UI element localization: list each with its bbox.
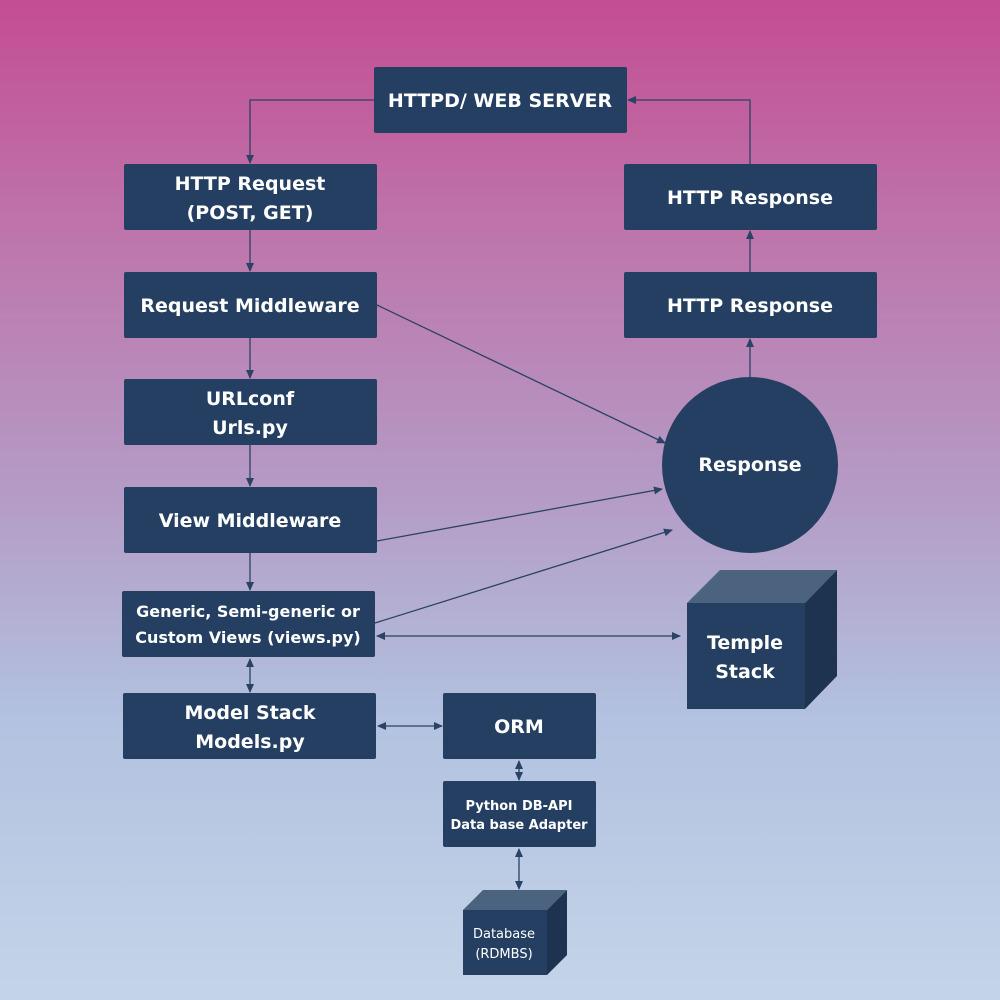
http-request-methods: (POST, GET) xyxy=(187,202,314,224)
template-stack-label-line2: Stack xyxy=(715,661,775,683)
web-server-box: HTTPD/ WEB SERVER xyxy=(374,67,627,133)
request-middleware-box: Request Middleware xyxy=(124,272,377,338)
db-api-label-line2: Data base Adapter xyxy=(450,818,588,833)
http-response-bottom-label: HTTP Response xyxy=(667,295,833,317)
db-api-label-line1: Python DB-API xyxy=(466,799,573,814)
response-label: Response xyxy=(698,454,801,476)
request-middleware-label: Request Middleware xyxy=(140,295,359,317)
template-stack-cube: Temple Stack xyxy=(687,570,837,709)
views-box: Generic, Semi-generic or Custom Views (v… xyxy=(122,591,375,657)
view-middleware-box: View Middleware xyxy=(124,487,377,553)
orm-label: ORM xyxy=(494,716,544,738)
arrow-response-to-server xyxy=(627,96,751,164)
models-file-label: Models.py xyxy=(195,731,305,753)
http-response-top-box: HTTP Response xyxy=(624,164,877,230)
views-label-line2: Custom Views (views.py) xyxy=(135,628,361,647)
template-stack-label-line1: Temple xyxy=(707,632,783,654)
db-api-box: Python DB-API Data base Adapter xyxy=(443,781,596,847)
urls-file-label: Urls.py xyxy=(212,417,288,439)
urlconf-label: URLconf xyxy=(206,388,295,410)
http-response-bottom-box: HTTP Response xyxy=(624,272,877,338)
model-stack-box: Model Stack Models.py xyxy=(123,693,376,759)
web-server-label: HTTPD/ WEB SERVER xyxy=(388,90,613,112)
http-request-box: HTTP Request (POST, GET) xyxy=(124,164,377,230)
django-architecture-diagram: HTTPD/ WEB SERVER HTTP Request (POST, GE… xyxy=(122,67,877,975)
views-label-line1: Generic, Semi-generic or xyxy=(136,602,360,621)
arrow-view-middleware-to-response xyxy=(376,486,663,542)
arrow-views-to-response xyxy=(374,528,673,624)
orm-box: ORM xyxy=(443,693,596,759)
database-label: Database xyxy=(473,927,535,942)
urlconf-box: URLconf Urls.py xyxy=(124,379,377,445)
http-request-label: HTTP Request xyxy=(175,173,326,195)
database-type-label: (RDMBS) xyxy=(475,947,532,962)
view-middleware-label: View Middleware xyxy=(159,510,342,532)
http-response-top-label: HTTP Response xyxy=(667,187,833,209)
response-circle: Response xyxy=(662,377,838,553)
database-cube: Database (RDMBS) xyxy=(463,890,567,975)
model-stack-label: Model Stack xyxy=(184,702,315,724)
arrow-request-middleware-to-response xyxy=(376,304,666,444)
arrow-server-to-request xyxy=(246,99,374,164)
